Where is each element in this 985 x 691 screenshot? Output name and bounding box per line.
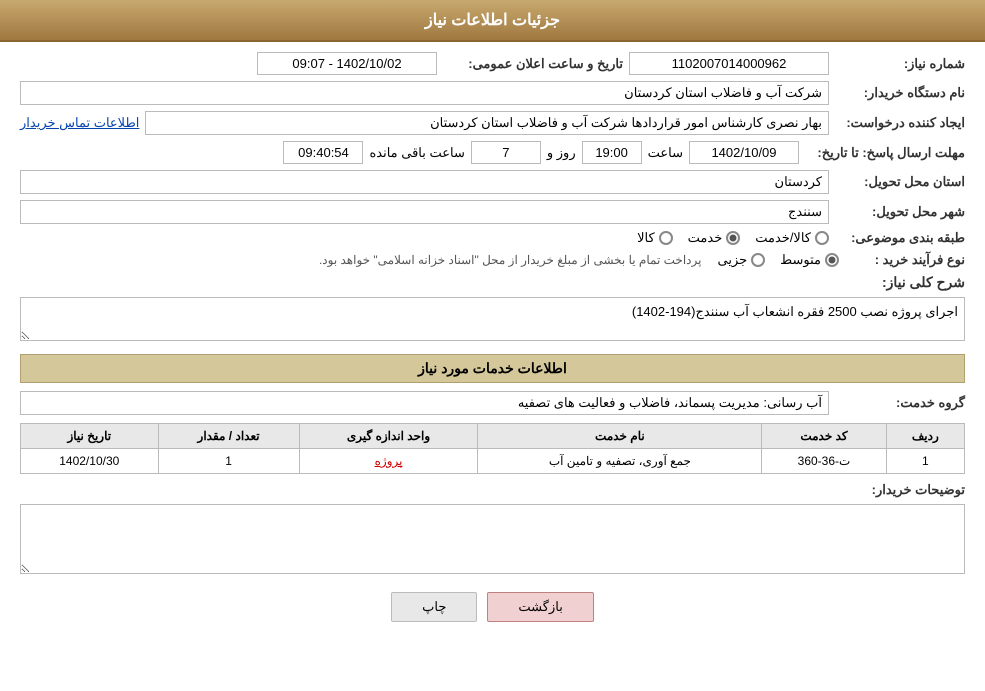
buttons-row: بازگشت چاپ [20,592,965,622]
row-city: شهر محل تحویل: سنندج [20,200,965,224]
back-button[interactable]: بازگشت [487,592,593,622]
shomara-label: شماره نیاز: [835,56,965,72]
row-category: طبقه بندی موضوعی: کالا/خدمت خدمت کالا [20,230,965,246]
row-service-group: گروه خدمت: آب رسانی: مدیریت پسماند، فاضل… [20,391,965,415]
category-khadamat-radio[interactable] [726,231,740,245]
category-kala-khadamat-label: کالا/خدمت [755,230,811,246]
process-jazei-item[interactable]: جزیی [717,252,765,268]
col-count: تعداد / مقدار [158,424,299,449]
row-description-label: شرح کلی نیاز: [20,274,965,291]
deadline-time: 19:00 [582,141,642,164]
service-group-value: آب رسانی: مدیریت پسماند، فاضلاب و فعالیت… [20,391,829,415]
cell-count: 1 [158,449,299,474]
description-textarea[interactable]: اجرای پروژه نصب 2500 فقره انشعاب آب سنند… [20,297,965,341]
process-motavaset-label: متوسط [780,252,821,268]
deadline-date: 1402/10/09 [689,141,799,164]
table-row: 1ت-36-360جمع آوری، تصفیه و تامین آبپروژه… [21,449,965,474]
process-jazei-label: جزیی [717,252,747,268]
category-kala-khadamat-item[interactable]: کالا/خدمت [755,230,829,246]
cell-radif: 1 [886,449,964,474]
page-title: جزئیات اطلاعات نیاز [425,12,560,29]
cell-name: جمع آوری، تصفیه و تامین آب [478,449,762,474]
process-motavaset-radio[interactable] [825,253,839,267]
process-jazei-radio[interactable] [751,253,765,267]
creator-link[interactable]: اطلاعات تماس خریدار [20,115,139,131]
deadline-remaining-label: ساعت باقی مانده [369,145,464,161]
cell-date: 1402/10/30 [21,449,159,474]
services-table: ردیف کد خدمت نام خدمت واحد اندازه گیری ت… [20,423,965,474]
category-kala-khadamat-radio[interactable] [815,231,829,245]
city-value: سنندج [20,200,829,224]
process-desc: پرداخت تمام یا بخشی از مبلغ خریدار از مح… [319,253,702,267]
category-kala-radio[interactable] [659,231,673,245]
deadline-remaining: 09:40:54 [283,141,363,164]
buyer-desc-textarea[interactable] [20,504,965,574]
announce-datetime-value: 1402/10/02 - 09:07 [257,52,437,75]
row-shomara: شماره نیاز: 1102007014000962 تاریخ و ساع… [20,52,965,75]
category-radio-group: کالا/خدمت خدمت کالا [637,230,829,246]
print-button[interactable]: چاپ [391,592,477,622]
deadline-day: 7 [471,141,541,164]
category-label: طبقه بندی موضوعی: [835,230,965,246]
buyer-desc-label: توضیحات خریدار: [845,482,965,498]
row-process: نوع فرآیند خرید : متوسط جزیی پرداخت تمام… [20,252,965,268]
province-value: کردستان [20,170,829,194]
deadline-day-label: روز و [547,145,576,161]
name-darkhast-value: شرکت آب و فاضلاب استان کردستان [20,81,829,105]
province-label: استان محل تحویل: [835,174,965,190]
services-section-title: اطلاعات خدمات مورد نیاز [20,354,965,383]
creator-value: بهار نصری کارشناس امور قراردادها شرکت آب… [145,111,829,135]
col-name: نام خدمت [478,424,762,449]
col-date: تاریخ نیاز [21,424,159,449]
page-container: جزئیات اطلاعات نیاز شماره نیاز: 11020070… [0,0,985,691]
row-buyer-desc: توضیحات خریدار: [20,482,965,498]
row-creator: ایجاد کننده درخواست: بهار نصری کارشناس ا… [20,111,965,135]
category-khadamat-item[interactable]: خدمت [688,230,741,246]
cell-unit: پروژه [299,449,478,474]
col-radif: ردیف [886,424,964,449]
category-khadamat-label: خدمت [688,230,723,246]
process-motavaset-item[interactable]: متوسط [780,252,839,268]
col-unit: واحد اندازه گیری [299,424,478,449]
buyer-desc-wrapper [20,504,965,577]
shomara-value: 1102007014000962 [629,52,829,75]
description-wrapper: اجرای پروژه نصب 2500 فقره انشعاب آب سنند… [20,297,965,344]
announce-datetime-label: تاریخ و ساعت اعلان عمومی: [443,56,623,72]
page-header: جزئیات اطلاعات نیاز [0,0,985,42]
process-label: نوع فرآیند خرید : [845,252,965,268]
cell-code: ت-36-360 [762,449,886,474]
col-code: کد خدمت [762,424,886,449]
description-section-label: شرح کلی نیاز: [845,274,965,291]
row-deadline: مهلت ارسال پاسخ: تا تاریخ: 1402/10/09 سا… [20,141,965,164]
category-kala-item[interactable]: کالا [637,230,673,246]
row-province: استان محل تحویل: کردستان [20,170,965,194]
deadline-time-label: ساعت [648,145,683,161]
row-name-darkhast: نام دستگاه خریدار: شرکت آب و فاضلاب استا… [20,81,965,105]
category-kala-label: کالا [637,230,655,246]
city-label: شهر محل تحویل: [835,204,965,220]
name-darkhast-label: نام دستگاه خریدار: [835,85,965,101]
main-content: شماره نیاز: 1102007014000962 تاریخ و ساع… [0,42,985,647]
process-radio-group: متوسط جزیی [717,252,839,268]
service-group-label: گروه خدمت: [835,395,965,411]
deadline-label: مهلت ارسال پاسخ: تا تاریخ: [805,145,965,161]
creator-label: ایجاد کننده درخواست: [835,115,965,131]
